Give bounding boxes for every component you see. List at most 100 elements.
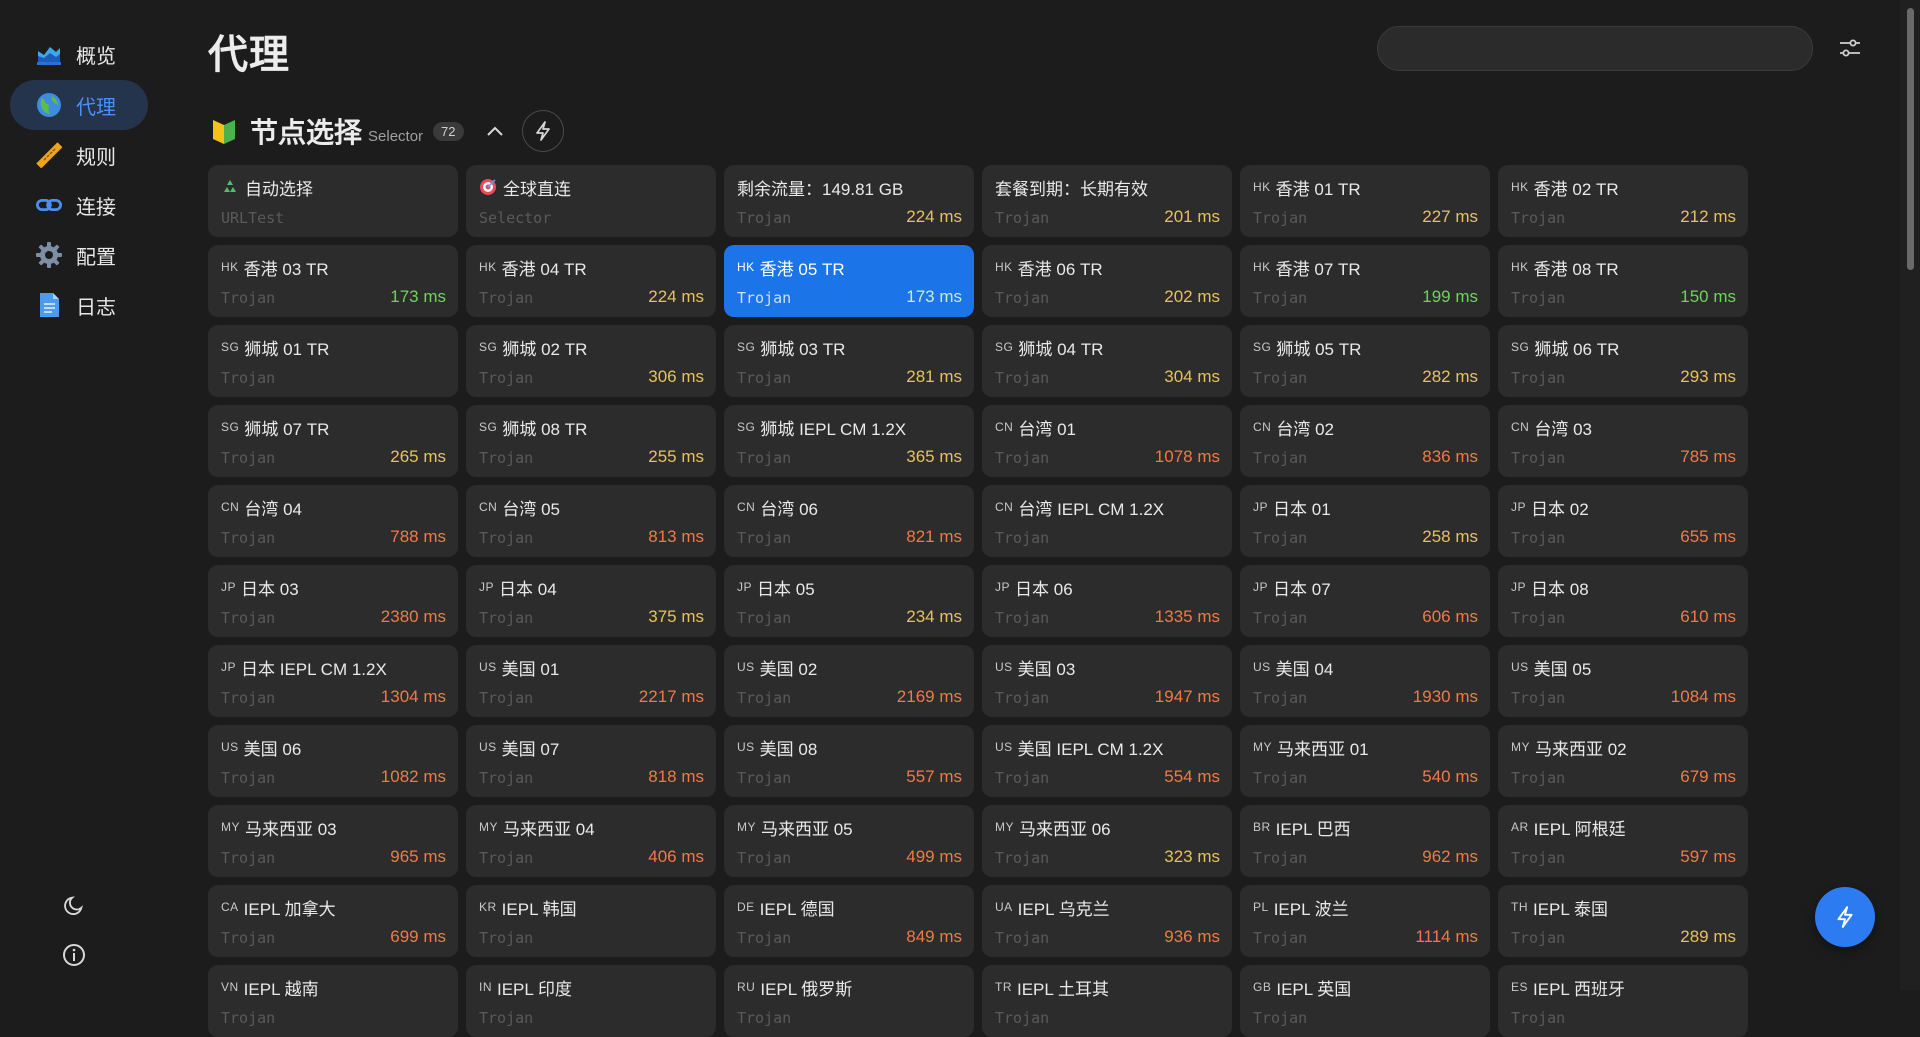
latency-test-button[interactable] — [521, 110, 564, 152]
proxy-card[interactable]: MY 马来西亚 04 Trojan 406 ms — [466, 805, 716, 877]
proxy-card[interactable]: JP 日本 07 Trojan 606 ms — [1240, 565, 1490, 637]
proxy-card[interactable]: SG 狮城 01 TR Trojan — [208, 325, 458, 397]
scrollbar[interactable] — [1900, 0, 1920, 990]
proxy-card[interactable]: JP 日本 03 Trojan 2380 ms — [208, 565, 458, 637]
proxy-region-tag: SG — [737, 340, 756, 354]
proxy-card[interactable]: CN 台湾 04 Trojan 788 ms — [208, 485, 458, 557]
proxy-name-row: AR IEPL 阿根廷 — [1511, 815, 1735, 839]
proxy-region-tag: MY — [1511, 740, 1530, 754]
proxy-card[interactable]: CA IEPL 加拿大 Trojan 699 ms — [208, 885, 458, 957]
proxy-card[interactable]: KR IEPL 韩国 Trojan — [466, 885, 716, 957]
collapse-button[interactable] — [480, 116, 510, 146]
proxy-card[interactable]: HK 香港 03 TR Trojan 173 ms — [208, 245, 458, 317]
proxy-card[interactable]: VN IEPL 越南 Trojan — [208, 965, 458, 1037]
proxy-card[interactable]: US 美国 04 Trojan 1930 ms — [1240, 645, 1490, 717]
proxy-name-row: KR IEPL 韩国 — [479, 895, 703, 919]
proxy-card[interactable]: HK 香港 02 TR Trojan 212 ms — [1498, 165, 1748, 237]
proxy-delay: 365 ms — [906, 447, 962, 466]
proxy-card[interactable]: MY 马来西亚 05 Trojan 499 ms — [724, 805, 974, 877]
proxy-card[interactable]: 套餐到期：长期有效 Trojan 201 ms — [982, 165, 1232, 237]
sidebar-item-connections[interactable]: 连接 — [10, 180, 148, 230]
theme-toggle-button[interactable] — [60, 891, 88, 919]
proxy-card[interactable]: SG 狮城 02 TR Trojan 306 ms — [466, 325, 716, 397]
proxy-card[interactable]: AR IEPL 阿根廷 Trojan 597 ms — [1498, 805, 1748, 877]
proxy-card[interactable]: TR IEPL 土耳其 Trojan — [982, 965, 1232, 1037]
about-button[interactable] — [60, 941, 88, 969]
proxy-card[interactable]: MY 马来西亚 01 Trojan 540 ms — [1240, 725, 1490, 797]
proxy-card[interactable]: CN 台湾 IEPL CM 1.2X Trojan — [982, 485, 1232, 557]
proxy-card[interactable]: US 美国 07 Trojan 818 ms — [466, 725, 716, 797]
sidebar: 概览 代理 规则 连接 配置 日志 — [0, 0, 170, 990]
proxy-card[interactable]: CN 台湾 01 Trojan 1078 ms — [982, 405, 1232, 477]
sidebar-item-logs[interactable]: 日志 — [10, 280, 148, 330]
proxy-card[interactable]: 自动选择 URLTest — [208, 165, 458, 237]
sidebar-item-proxies[interactable]: 代理 — [10, 80, 148, 130]
proxy-card[interactable]: JP 日本 04 Trojan 375 ms — [466, 565, 716, 637]
proxy-card[interactable]: RU IEPL 俄罗斯 Trojan — [724, 965, 974, 1037]
search-input[interactable] — [1377, 26, 1813, 71]
proxy-name-row: VN IEPL 越南 — [221, 975, 445, 999]
proxy-name: IEPL 俄罗斯 — [760, 979, 853, 999]
filter-settings-button[interactable] — [1838, 36, 1862, 60]
proxy-card[interactable]: JP 日本 08 Trojan 610 ms — [1498, 565, 1748, 637]
proxy-card[interactable]: HK 香港 05 TR Trojan 173 ms — [724, 245, 974, 317]
proxy-card[interactable]: CN 台湾 06 Trojan 821 ms — [724, 485, 974, 557]
proxy-name-row: MY 马来西亚 06 — [995, 815, 1219, 839]
proxy-card[interactable]: US 美国 06 Trojan 1082 ms — [208, 725, 458, 797]
proxy-card[interactable]: BR IEPL 巴西 Trojan 962 ms — [1240, 805, 1490, 877]
proxy-card[interactable]: JP 日本 05 Trojan 234 ms — [724, 565, 974, 637]
proxy-name-row: US 美国 02 — [737, 655, 961, 679]
proxy-card[interactable]: SG 狮城 03 TR Trojan 281 ms — [724, 325, 974, 397]
proxy-card[interactable]: JP 日本 IEPL CM 1.2X Trojan 1304 ms — [208, 645, 458, 717]
proxy-card[interactable]: PL IEPL 波兰 Trojan 1114 ms — [1240, 885, 1490, 957]
proxy-card[interactable]: CN 台湾 03 Trojan 785 ms — [1498, 405, 1748, 477]
proxy-card[interactable]: HK 香港 01 TR Trojan 227 ms — [1240, 165, 1490, 237]
proxy-card[interactable]: US 美国 08 Trojan 557 ms — [724, 725, 974, 797]
test-all-latency-button[interactable] — [1815, 887, 1875, 947]
proxy-name-row: JP 日本 IEPL CM 1.2X — [221, 655, 445, 679]
proxy-card[interactable]: UA IEPL 乌克兰 Trojan 936 ms — [982, 885, 1232, 957]
proxy-card[interactable]: US 美国 05 Trojan 1084 ms — [1498, 645, 1748, 717]
proxy-card[interactable]: MY 马来西亚 03 Trojan 965 ms — [208, 805, 458, 877]
proxy-card[interactable]: TH IEPL 泰国 Trojan 289 ms — [1498, 885, 1748, 957]
proxy-card[interactable]: MY 马来西亚 02 Trojan 679 ms — [1498, 725, 1748, 797]
proxy-card[interactable]: MY 马来西亚 06 Trojan 323 ms — [982, 805, 1232, 877]
proxy-card[interactable]: JP 日本 06 Trojan 1335 ms — [982, 565, 1232, 637]
proxy-card[interactable]: SG 狮城 05 TR Trojan 282 ms — [1240, 325, 1490, 397]
proxy-region-tag: MY — [221, 820, 240, 834]
proxy-card[interactable]: 剩余流量：149.81 GB Trojan 224 ms — [724, 165, 974, 237]
proxy-card[interactable]: IN IEPL 印度 Trojan — [466, 965, 716, 1037]
proxy-card[interactable]: SG 狮城 IEPL CM 1.2X Trojan 365 ms — [724, 405, 974, 477]
sidebar-item-rules[interactable]: 规则 — [10, 130, 148, 180]
proxy-card[interactable]: 全球直连 Selector — [466, 165, 716, 237]
proxy-card[interactable]: SG 狮城 04 TR Trojan 304 ms — [982, 325, 1232, 397]
proxy-name: IEPL 西班牙 — [1533, 979, 1625, 999]
sidebar-item-config[interactable]: 配置 — [10, 230, 148, 280]
proxy-card[interactable]: US 美国 IEPL CM 1.2X Trojan 554 ms — [982, 725, 1232, 797]
sidebar-item-label: 代理 — [76, 96, 116, 119]
proxy-type: Trojan — [479, 289, 534, 307]
proxy-name-row: US 美国 05 — [1511, 655, 1735, 679]
proxy-name: 日本 02 — [1531, 499, 1589, 519]
proxy-card[interactable]: SG 狮城 07 TR Trojan 265 ms — [208, 405, 458, 477]
proxy-card[interactable]: HK 香港 06 TR Trojan 202 ms — [982, 245, 1232, 317]
proxy-card[interactable]: JP 日本 02 Trojan 655 ms — [1498, 485, 1748, 557]
proxy-card[interactable]: US 美国 02 Trojan 2169 ms — [724, 645, 974, 717]
proxy-card[interactable]: US 美国 03 Trojan 1947 ms — [982, 645, 1232, 717]
proxy-card[interactable]: US 美国 01 Trojan 2217 ms — [466, 645, 716, 717]
proxy-card[interactable]: SG 狮城 08 TR Trojan 255 ms — [466, 405, 716, 477]
proxy-delay: 788 ms — [390, 527, 446, 546]
proxy-card[interactable]: HK 香港 08 TR Trojan 150 ms — [1498, 245, 1748, 317]
proxy-card[interactable]: SG 狮城 06 TR Trojan 293 ms — [1498, 325, 1748, 397]
proxy-card[interactable]: JP 日本 01 Trojan 258 ms — [1240, 485, 1490, 557]
proxy-card[interactable]: CN 台湾 05 Trojan 813 ms — [466, 485, 716, 557]
proxy-card[interactable]: HK 香港 04 TR Trojan 224 ms — [466, 245, 716, 317]
proxy-card[interactable]: HK 香港 07 TR Trojan 199 ms — [1240, 245, 1490, 317]
proxy-card[interactable]: GB IEPL 英国 Trojan — [1240, 965, 1490, 1037]
proxy-name-row: CN 台湾 06 — [737, 495, 961, 519]
proxy-card[interactable]: DE IEPL 德国 Trojan 849 ms — [724, 885, 974, 957]
proxy-card[interactable]: CN 台湾 02 Trojan 836 ms — [1240, 405, 1490, 477]
scrollbar-thumb[interactable] — [1907, 8, 1914, 270]
proxy-card[interactable]: ES IEPL 西班牙 Trojan — [1498, 965, 1748, 1037]
sidebar-item-overview[interactable]: 概览 — [10, 29, 148, 79]
